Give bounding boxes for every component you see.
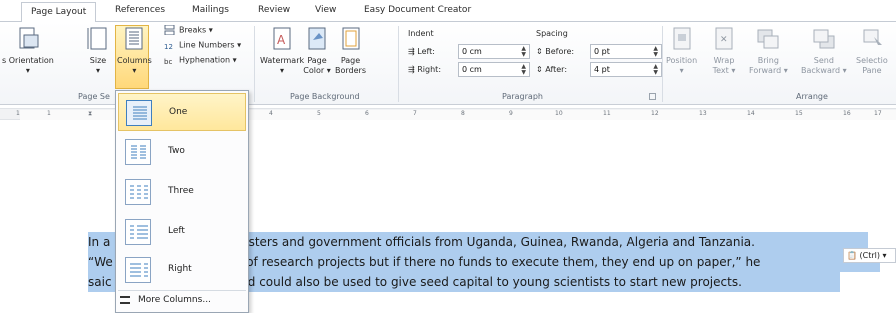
watermark-icon: A: [268, 25, 296, 53]
ruler-number: 1: [16, 110, 20, 117]
ruler-number: 11: [603, 110, 611, 117]
ruler-number: 16: [843, 110, 851, 117]
line-numbers-icon: 12: [164, 40, 176, 51]
bring-forward-button[interactable]: Bring Forward ▾: [749, 25, 788, 76]
bring-forward-icon: [754, 25, 782, 53]
one-column-icon: [126, 100, 152, 126]
group-separator: [398, 26, 399, 102]
menu-divider: [118, 290, 246, 291]
indent-left-field[interactable]: 0 cm ▲ ▼: [458, 44, 530, 59]
page-setup-group-label: Page Se: [78, 92, 110, 101]
indent-left-icon: ⇶: [408, 47, 418, 56]
orientation-button[interactable]: s Orientation ▾: [2, 25, 54, 76]
ruler-number: 17: [874, 110, 882, 117]
right-column-icon: [125, 257, 151, 283]
spinner-arrows-icon[interactable]: ▲ ▼: [521, 64, 526, 76]
tab-review[interactable]: Review: [258, 5, 290, 15]
ruler-number: 6: [365, 110, 369, 117]
indent-right-field[interactable]: 0 cm ▲ ▼: [458, 62, 530, 77]
breaks-icon: [164, 24, 176, 36]
columns-option-right[interactable]: Right: [118, 251, 246, 289]
columns-option-two[interactable]: Two: [118, 133, 246, 171]
spacing-after-field[interactable]: 4 pt ▲ ▼: [590, 62, 662, 77]
position-icon: [668, 25, 696, 53]
ruler-number: 8: [461, 110, 465, 117]
tab-page-layout[interactable]: Page Layout: [21, 2, 97, 23]
two-columns-icon: [125, 139, 151, 165]
group-separator: [254, 26, 255, 102]
wrap-text-button[interactable]: ✕ Wrap Text ▾: [710, 25, 738, 76]
ruler-number: 14: [747, 110, 755, 117]
page-borders-icon: [337, 25, 365, 53]
columns-option-three[interactable]: Three: [118, 173, 246, 211]
page-color-button[interactable]: Page Color ▾: [303, 25, 331, 76]
ribbon-tabs: Page Layout References Mailings Review V…: [0, 0, 896, 23]
tab-easy-document-creator[interactable]: Easy Document Creator: [364, 5, 471, 15]
orientation-icon: [14, 25, 42, 53]
ruler-number: 10: [555, 110, 563, 117]
spacing-title: Spacing: [536, 29, 568, 38]
send-backward-button[interactable]: Send Backward ▾: [801, 25, 847, 76]
columns-option-left[interactable]: Left: [118, 213, 246, 251]
ruler-number: 9: [509, 110, 513, 117]
send-backward-icon: [810, 25, 838, 53]
ruler-number: 12: [651, 110, 659, 117]
left-column-icon: [125, 219, 151, 245]
indent-right-label: ⇶ Right:: [408, 65, 442, 74]
three-columns-icon: [125, 179, 151, 205]
clipboard-icon: 📋: [847, 251, 857, 260]
page-background-group-label: Page Background: [290, 92, 360, 101]
spacing-before-label: ⇕ Before:: [536, 47, 575, 56]
arrange-group-label: Arrange: [796, 92, 828, 101]
ruler-number: 5: [317, 110, 321, 117]
hyphenation-button[interactable]: bc Hyphenation ▾: [164, 55, 237, 67]
svg-text:✕: ✕: [720, 35, 728, 45]
selection-pane-button[interactable]: Selectio Pane: [856, 25, 888, 76]
svg-text:bc: bc: [164, 58, 172, 65]
svg-text:A: A: [277, 33, 286, 47]
indent-left-label: ⇶ Left:: [408, 47, 435, 56]
paragraph-group-label: Paragraph: [502, 92, 543, 101]
size-button[interactable]: Size ▾: [84, 25, 112, 76]
ruler-number: 13: [699, 110, 707, 117]
paste-options-button[interactable]: 📋 (Ctrl) ▾: [843, 248, 896, 263]
more-columns-item[interactable]: More Columns...: [120, 295, 211, 305]
columns-icon: [120, 25, 148, 53]
spinner-arrows-icon[interactable]: ▲ ▼: [653, 64, 658, 76]
tab-references[interactable]: References: [115, 5, 165, 15]
spacing-before-icon: ⇕: [536, 47, 546, 56]
ruler-number: 7: [413, 110, 417, 117]
page-color-icon: [303, 25, 331, 53]
size-icon: [84, 25, 112, 53]
page-borders-button[interactable]: Page Borders: [335, 25, 366, 76]
ruler-number: 15: [795, 110, 803, 117]
tab-mailings[interactable]: Mailings: [192, 5, 229, 15]
watermark-button[interactable]: A Watermark ▾: [260, 25, 304, 76]
columns-option-one[interactable]: One: [118, 93, 246, 131]
hyphenation-icon: bc: [164, 55, 176, 66]
columns-button[interactable]: Columns ▾: [117, 25, 152, 76]
spinner-arrows-icon[interactable]: ▲ ▼: [521, 46, 526, 58]
indent-marker-icon[interactable]: ⧗: [88, 110, 92, 118]
line-numbers-button[interactable]: 12 Line Numbers ▾: [164, 40, 241, 52]
spacing-before-field[interactable]: 0 pt ▲ ▼: [590, 44, 662, 59]
breaks-button[interactable]: Breaks ▾: [164, 24, 213, 36]
spinner-arrows-icon[interactable]: ▲ ▼: [653, 46, 658, 58]
paragraph-dialog-launcher-icon[interactable]: [649, 93, 656, 100]
spacing-after-label: ⇕ After:: [536, 65, 568, 74]
group-separator: [662, 26, 663, 102]
ruler-number: 4: [269, 110, 273, 117]
selection-pane-icon: [858, 25, 886, 53]
indent-title: Indent: [408, 29, 434, 38]
columns-dropdown-menu: One Two Three Left Right More Columns...: [115, 90, 249, 313]
wrap-text-icon: ✕: [710, 25, 738, 53]
indent-right-icon: ⇶: [408, 65, 418, 74]
svg-text:12: 12: [164, 43, 173, 50]
position-button[interactable]: Position ▾: [666, 25, 697, 76]
spacing-after-icon: ⇕: [536, 65, 546, 74]
ruler-number: 1: [47, 110, 51, 117]
more-columns-icon: [120, 295, 130, 304]
tab-view[interactable]: View: [315, 5, 336, 15]
